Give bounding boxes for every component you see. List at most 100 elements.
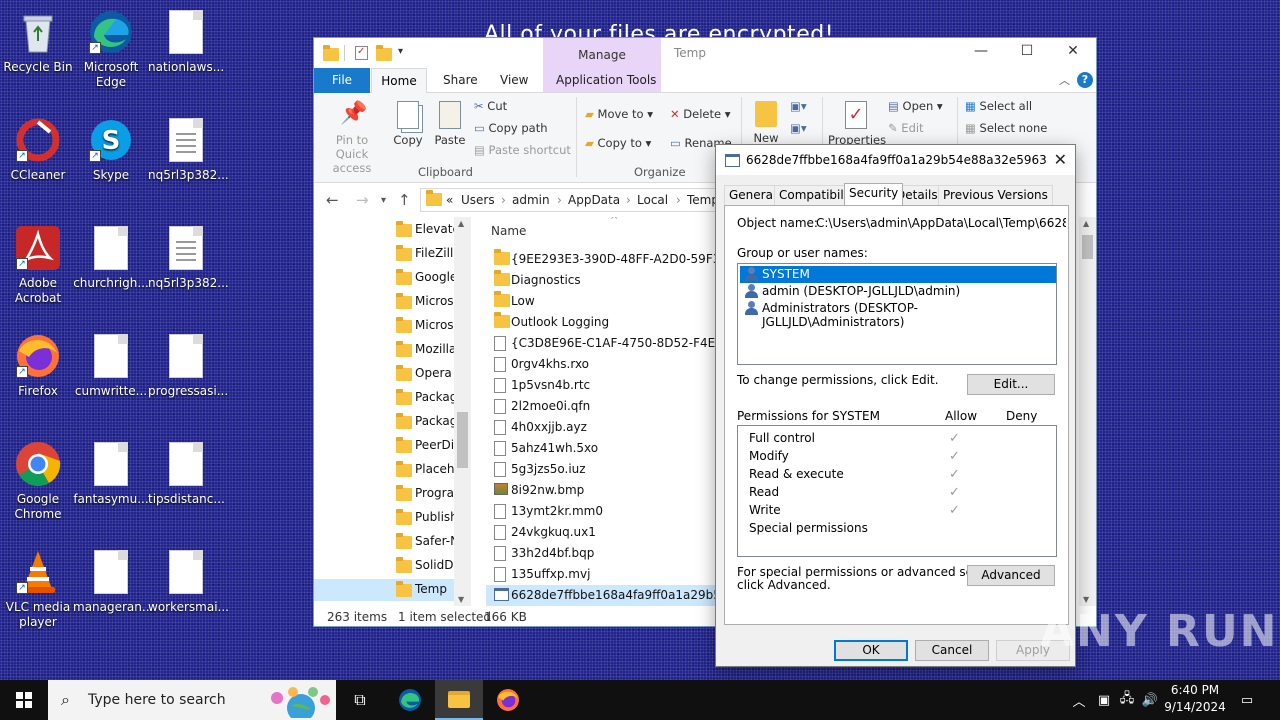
list-item[interactable]: Administrators (DESKTOP-JGLLJLD\Administ…	[740, 300, 1056, 329]
desktop-icon-text-document[interactable]: nq5rl3p382...	[148, 224, 229, 291]
new-item-button[interactable]: ▣▾	[790, 99, 814, 117]
scroll-up-icon[interactable]: ▲	[458, 219, 464, 228]
properties-quick-icon[interactable]: ✓	[355, 46, 368, 60]
breadcrumb-appdata[interactable]: AppData	[568, 193, 620, 207]
taskbar-file-explorer[interactable]	[435, 680, 483, 720]
scroll-down-icon[interactable]: ▼	[458, 595, 464, 604]
copy-button[interactable]: Copy	[391, 101, 425, 147]
ok-button[interactable]: OK	[834, 640, 908, 661]
list-item[interactable]: 5g3jzs5o.iuz	[486, 459, 717, 480]
desktop-icon-document[interactable]: tipsdistanc...	[148, 440, 225, 507]
desktop-icon-recycle-bin[interactable]: Recycle Bin	[0, 8, 76, 75]
network-icon[interactable]: 🖧	[1116, 680, 1138, 720]
help-icon[interactable]: ?	[1077, 72, 1093, 88]
close-icon[interactable]: ✕	[1054, 150, 1067, 169]
back-arrow-icon[interactable]: ←	[326, 191, 339, 209]
tab-previous-versions[interactable]: Previous Versions	[938, 185, 1053, 205]
tab-general[interactable]: General	[724, 185, 782, 205]
taskbar-edge[interactable]	[386, 680, 434, 720]
list-item[interactable]: Diagnostics	[486, 270, 717, 291]
desktop-icon-ccleaner[interactable]: ↗ CCleaner	[0, 116, 76, 183]
desktop-icon-document[interactable]: cumwritte...	[73, 332, 149, 399]
close-button[interactable]: ✕	[1050, 43, 1096, 65]
list-item[interactable]: Outlook Logging	[486, 312, 717, 333]
up-arrow-icon[interactable]: ↑	[398, 191, 411, 209]
move-to-button[interactable]: ▰ Move to ▾	[585, 107, 653, 121]
scrollbar-thumb[interactable]	[1082, 235, 1093, 259]
list-item[interactable]: 1p5vsn4b.rtc	[486, 375, 717, 396]
show-hidden-icons-chevron-icon[interactable]: ︿	[1068, 680, 1090, 720]
select-none-button[interactable]: ▦ Select none	[965, 121, 1047, 135]
tab-application-tools[interactable]: Application Tools	[556, 73, 656, 87]
cut-button[interactable]: ✂ Cut	[474, 99, 507, 113]
tab-home[interactable]: Home	[371, 68, 427, 94]
task-view-button[interactable]: ⧉	[336, 680, 384, 720]
list-item[interactable]: 33h2d4bf.bqp	[486, 543, 717, 564]
select-all-button[interactable]: ▦ Select all	[965, 99, 1032, 113]
desktop-icon-google-chrome[interactable]: Google Chrome	[0, 440, 76, 522]
tab-share[interactable]: Share	[443, 73, 478, 87]
list-item[interactable]: 0rgv4khs.rxo	[486, 354, 717, 375]
breadcrumb-local[interactable]: Local	[637, 193, 668, 207]
delete-button[interactable]: ✕ Delete ▾	[670, 107, 731, 121]
easy-access-button[interactable]: ▣▾	[790, 121, 814, 139]
desktop-icon-document[interactable]: workersmai...	[148, 548, 229, 615]
scroll-up-icon[interactable]: ▲	[1083, 219, 1089, 228]
list-item[interactable]: admin (DESKTOP-JGLLJLD\admin)	[740, 283, 1056, 300]
start-button[interactable]	[0, 680, 48, 720]
breadcrumb-admin[interactable]: admin	[512, 193, 550, 207]
copy-path-button[interactable]: ▭ Copy path	[474, 121, 548, 135]
list-item[interactable]: 2l2moe0i.qfn	[486, 396, 717, 417]
list-item[interactable]: 5ahz41wh.5xo	[486, 438, 717, 459]
tray-device-icon[interactable]: ▣	[1093, 680, 1115, 720]
volume-icon[interactable]: 🔊	[1139, 680, 1161, 720]
taskbar-search-box[interactable]: ⌕ Type here to search	[48, 680, 336, 720]
new-folder-quick-icon[interactable]	[376, 45, 392, 61]
edit-permissions-button[interactable]: Edit...	[967, 374, 1055, 395]
column-header-name[interactable]: Name	[491, 224, 526, 238]
customize-quick-access-icon[interactable]: ▾	[398, 46, 414, 62]
tab-security[interactable]: Security	[844, 183, 904, 206]
paste-shortcut-button[interactable]: ▤ Paste shortcut	[474, 143, 571, 157]
desktop-icon-document[interactable]: nationlaws...	[148, 8, 224, 75]
list-item[interactable]: 135uffxp.mvj	[486, 564, 717, 585]
scrollbar-thumb[interactable]	[457, 412, 468, 468]
desktop-icon-document[interactable]: progressasi...	[148, 332, 228, 399]
taskbar-firefox[interactable]	[484, 680, 532, 720]
address-bar[interactable]: « Users › admin › AppData › Local › Temp	[420, 188, 720, 212]
cancel-button[interactable]: Cancel	[915, 640, 989, 661]
breadcrumb-overflow[interactable]: «	[446, 193, 453, 207]
list-item[interactable]: Low	[486, 291, 717, 312]
breadcrumb-users[interactable]: Users	[461, 193, 495, 207]
paste-button[interactable]: Paste	[433, 101, 467, 147]
tab-file[interactable]: File	[314, 68, 370, 93]
desktop-icon-skype[interactable]: S ↗ Skype	[73, 116, 149, 183]
desktop-icon-document[interactable]: fantasymu...	[73, 440, 149, 507]
maximize-button[interactable]: ☐	[1004, 43, 1050, 65]
taskbar-clock[interactable]: 6:40 PM 9/14/2024	[1160, 682, 1230, 716]
desktop-icon-adobe-acrobat[interactable]: ↗ Adobe Acrobat	[0, 224, 76, 306]
list-item[interactable]: 13ymt2kr.mm0	[486, 501, 717, 522]
list-item[interactable]: {9EE293E3-390D-48FF-A2D0-59F3E2EC8	[486, 249, 717, 270]
desktop-icon-vlc[interactable]: ↗ VLC media player	[0, 548, 76, 630]
list-item[interactable]: 24vkgkuq.ux1	[486, 522, 717, 543]
copy-to-button[interactable]: ▰ Copy to ▾	[585, 136, 651, 150]
notifications-icon[interactable]: ▭	[1236, 680, 1258, 720]
collapse-ribbon-icon[interactable]: ︿	[1059, 72, 1070, 88]
list-item[interactable]: {C3D8E96E-C1AF-4750-8D52-F4E281190	[486, 333, 717, 354]
tab-view[interactable]: View	[500, 73, 528, 87]
list-item[interactable]: 8i92nw.bmp	[486, 480, 717, 501]
desktop-icon-text-document[interactable]: nq5rl3p382...	[148, 116, 229, 183]
desktop-icon-firefox[interactable]: ↗ Firefox	[0, 332, 76, 399]
desktop-icon-document[interactable]: churchrigh...	[73, 224, 149, 291]
desktop-icon-document[interactable]: manageran...	[73, 548, 153, 615]
manage-context-tab[interactable]: Manage	[543, 48, 661, 62]
new-folder-button[interactable]: New	[750, 101, 782, 145]
recent-locations-icon[interactable]: ▾	[381, 195, 386, 206]
nav-item-temp-selected[interactable]: Temp	[314, 579, 454, 601]
list-item-selected[interactable]: 6628de7ffbbe168a4fa9ff0a1a29b54e88a	[486, 585, 717, 606]
scroll-down-icon[interactable]: ▼	[1083, 595, 1089, 604]
list-item-selected[interactable]: SYSTEM	[740, 266, 1056, 283]
nav-pane-scrollbar[interactable]: ▲ ▼	[454, 217, 471, 606]
minimize-button[interactable]: —	[958, 43, 1004, 65]
